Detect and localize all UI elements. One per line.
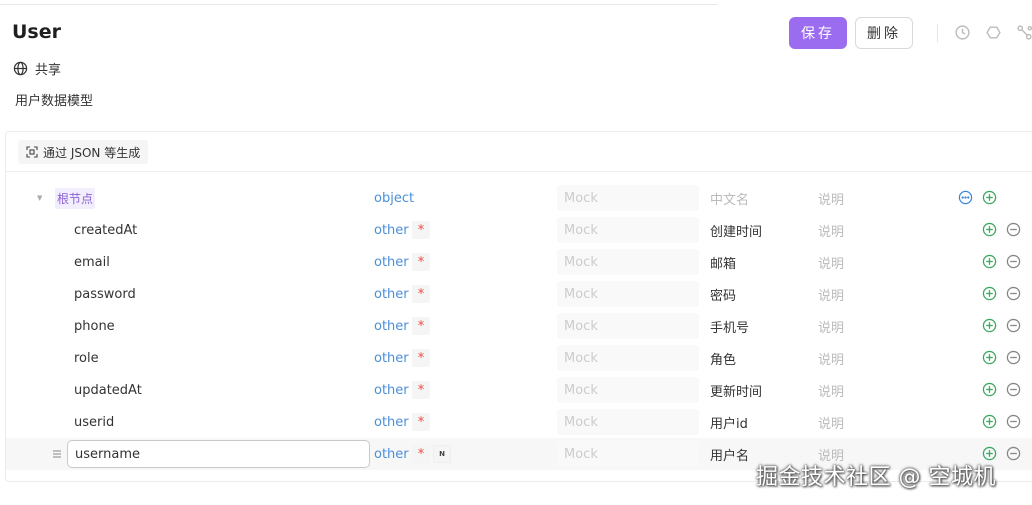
mock-input[interactable]: Mock (557, 249, 699, 275)
field-name[interactable]: updatedAt (74, 374, 142, 406)
nullable-toggle[interactable]: N (433, 438, 451, 470)
chinese-name-input[interactable]: 角色 (710, 342, 736, 374)
share-label: 共享 (35, 63, 62, 78)
type-select[interactable]: other (374, 374, 409, 406)
remove-field-icon[interactable] (1006, 222, 1021, 237)
required-toggle[interactable]: * (412, 342, 430, 374)
type-select[interactable]: other (374, 342, 409, 374)
remove-field-icon[interactable] (1006, 286, 1021, 301)
panel-divider (6, 171, 1032, 172)
model-description: 用户数据模型 (15, 94, 94, 109)
chinese-name-input[interactable]: 密码 (710, 278, 736, 310)
chinese-name-input[interactable]: 中文名 (710, 182, 749, 214)
mock-input[interactable]: Mock (557, 409, 699, 435)
field-name[interactable]: userid (74, 406, 114, 438)
history-icon[interactable] (954, 24, 971, 41)
type-select[interactable]: other (374, 406, 409, 438)
field-name[interactable]: password (74, 278, 136, 310)
table-row: password other * Mock 密码 说明 (6, 278, 1032, 310)
mock-input[interactable]: Mock (557, 377, 699, 403)
save-button[interactable]: 保存 (789, 17, 847, 49)
add-sibling-icon[interactable] (982, 350, 997, 365)
field-name[interactable]: email (74, 246, 110, 278)
root-node-tag: 根节点 (55, 182, 96, 214)
add-sibling-icon[interactable] (982, 382, 997, 397)
add-sibling-icon[interactable] (982, 318, 997, 333)
scan-icon (26, 146, 38, 158)
remove-field-icon[interactable] (1006, 382, 1021, 397)
description-input[interactable]: 说明 (818, 310, 844, 342)
top-divider (0, 0, 718, 5)
share-link-icon[interactable] (1016, 24, 1032, 41)
mock-input[interactable]: Mock (557, 281, 699, 307)
more-options-icon[interactable] (958, 190, 973, 205)
required-toggle[interactable]: * (412, 246, 430, 278)
table-row: email other * Mock 邮箱 说明 (6, 246, 1032, 278)
field-name[interactable]: createdAt (74, 214, 137, 246)
type-select[interactable]: other (374, 310, 409, 342)
required-toggle[interactable]: * (412, 438, 430, 470)
type-select[interactable]: other (374, 438, 409, 470)
collapse-caret-icon[interactable]: ▼ (37, 182, 45, 214)
description-input[interactable]: 说明 (818, 246, 844, 278)
field-name[interactable]: phone (74, 310, 115, 342)
add-sibling-icon[interactable] (982, 414, 997, 429)
mock-input[interactable]: Mock (557, 441, 699, 467)
required-toggle[interactable]: * (412, 374, 430, 406)
remove-field-icon[interactable] (1006, 414, 1021, 429)
description-input[interactable]: 说明 (818, 182, 844, 214)
field-name[interactable]: role (74, 342, 99, 374)
table-row: role other * Mock 角色 说明 (6, 342, 1032, 374)
required-toggle[interactable]: * (412, 278, 430, 310)
type-select[interactable]: other (374, 246, 409, 278)
add-sibling-icon[interactable] (982, 254, 997, 269)
description-input[interactable]: 说明 (818, 214, 844, 246)
remove-field-icon[interactable] (1006, 350, 1021, 365)
remove-field-icon[interactable] (1006, 318, 1021, 333)
page-title: User (12, 21, 61, 43)
add-sibling-icon[interactable] (982, 286, 997, 301)
required-toggle[interactable]: * (412, 214, 430, 246)
type-select[interactable]: object (374, 182, 414, 214)
chinese-name-input[interactable]: 创建时间 (710, 214, 762, 246)
chinese-name-input[interactable]: 用户名 (710, 438, 749, 470)
field-name-input[interactable]: username (67, 440, 370, 468)
table-row: createdAt other * Mock 创建时间 说明 (6, 214, 1032, 246)
copy-icon[interactable] (985, 24, 1002, 41)
table-row: updatedAt other * Mock 更新时间 说明 (6, 374, 1032, 406)
mock-input[interactable]: Mock (557, 345, 699, 371)
description-input[interactable]: 说明 (818, 342, 844, 374)
toolbar-separator (937, 24, 938, 42)
watermark: 掘金技术社区 @ 空城机 (756, 465, 996, 490)
remove-field-icon[interactable] (1006, 254, 1021, 269)
chinese-name-input[interactable]: 更新时间 (710, 374, 762, 406)
mock-input[interactable]: Mock (557, 313, 699, 339)
remove-field-icon[interactable] (1006, 446, 1021, 461)
description-input[interactable]: 说明 (818, 406, 844, 438)
drag-handle-icon[interactable] (52, 438, 64, 470)
share-toggle[interactable]: 共享 (13, 59, 61, 78)
schema-root-row: ▼ 根节点 object Mock 中文名 说明 (6, 182, 1032, 214)
type-select[interactable]: other (374, 278, 409, 310)
description-input[interactable]: 说明 (818, 374, 844, 406)
type-select[interactable]: other (374, 214, 409, 246)
required-toggle[interactable]: * (412, 310, 430, 342)
generate-label: 通过 JSON 等生成 (43, 145, 141, 160)
chinese-name-input[interactable]: 手机号 (710, 310, 749, 342)
table-row: phone other * Mock 手机号 说明 (6, 310, 1032, 342)
table-row: userid other * Mock 用户id 说明 (6, 406, 1032, 438)
required-toggle[interactable]: * (412, 406, 430, 438)
description-input[interactable]: 说明 (818, 278, 844, 310)
delete-button[interactable]: 删除 (855, 17, 913, 49)
generate-from-json-button[interactable]: 通过 JSON 等生成 (18, 140, 149, 164)
add-child-icon[interactable] (982, 190, 997, 205)
chinese-name-input[interactable]: 邮箱 (710, 246, 736, 278)
globe-icon (13, 61, 28, 76)
add-sibling-icon[interactable] (982, 222, 997, 237)
mock-input[interactable]: Mock (557, 185, 699, 211)
chinese-name-input[interactable]: 用户id (710, 406, 748, 438)
mock-input[interactable]: Mock (557, 217, 699, 243)
